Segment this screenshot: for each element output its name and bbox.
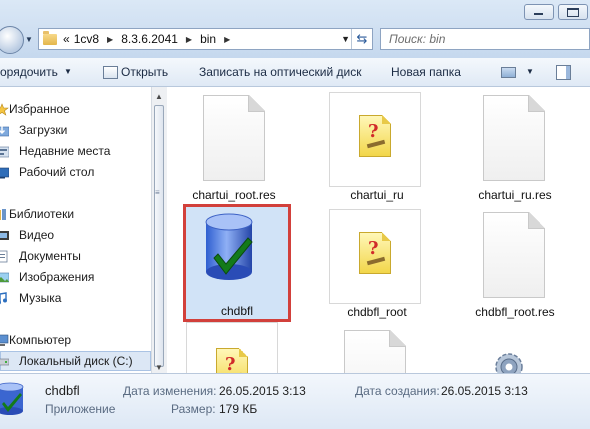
question-mark-icon: ? bbox=[225, 354, 236, 373]
details-pane: chdbfl Приложение Дата изменения: 26.05.… bbox=[0, 373, 590, 429]
open-icon bbox=[103, 66, 118, 79]
details-modified-label: Дата изменения: bbox=[123, 384, 217, 398]
nav-label: Избранное bbox=[9, 102, 70, 116]
breadcrumb-separator-icon[interactable]: ▶ bbox=[218, 35, 236, 44]
new-folder-button[interactable]: Новая папка bbox=[391, 65, 461, 79]
scroll-up-icon[interactable]: ▲ bbox=[155, 92, 163, 101]
document-icon bbox=[203, 95, 265, 181]
folder-icon bbox=[43, 30, 57, 45]
nav-label: Рабочий стол bbox=[19, 165, 95, 179]
document-icon bbox=[483, 95, 545, 181]
pictures-library-icon bbox=[0, 272, 9, 282]
file-item[interactable]: ? chdbfl_root bbox=[323, 204, 431, 322]
file-item[interactable] bbox=[323, 322, 431, 373]
address-bar[interactable]: « 1cv8 ▶ 8.3.6.2041 ▶ bin ▶ ▼ ⇆ bbox=[38, 28, 373, 50]
help-file-icon: ? bbox=[359, 115, 391, 157]
breadcrumb-separator-icon[interactable]: ▶ bbox=[101, 35, 119, 44]
libraries-icon bbox=[0, 208, 6, 220]
nav-label: Музыка bbox=[19, 291, 62, 305]
scroll-down-icon[interactable]: ▼ bbox=[155, 363, 163, 372]
nav-label: Локальный диск (C:) bbox=[19, 354, 133, 368]
details-size-value: 179 КБ bbox=[219, 402, 258, 416]
back-button[interactable] bbox=[0, 26, 24, 54]
file-item[interactable]: chartui_root.res bbox=[180, 87, 288, 205]
nav-label: Видео bbox=[19, 228, 55, 242]
breadcrumb-version[interactable]: 8.3.6.2041 bbox=[119, 32, 180, 46]
open-button[interactable]: Открыть bbox=[121, 65, 168, 79]
breadcrumb-separator-icon[interactable]: ▶ bbox=[180, 35, 198, 44]
details-file-name: chdbfl bbox=[45, 383, 80, 398]
organize-dropdown-icon[interactable]: ▼ bbox=[64, 67, 72, 76]
question-mark-icon: ? bbox=[368, 121, 379, 142]
file-name: chdbfl_root bbox=[347, 305, 407, 319]
title-bar: ▼ « 1cv8 ▶ 8.3.6.2041 ▶ bin ▶ ▼ ⇆ Поиск:… bbox=[0, 0, 590, 58]
file-name: chartui_root.res bbox=[192, 188, 276, 202]
desktop-icon bbox=[0, 167, 9, 178]
view-dropdown-icon[interactable]: ▼ bbox=[526, 67, 534, 76]
downloads-folder-icon bbox=[0, 125, 9, 136]
nav-label: Документы bbox=[19, 249, 81, 263]
nav-label: Недавние места bbox=[19, 144, 111, 158]
history-dropdown-icon[interactable]: ▼ bbox=[25, 35, 33, 44]
minimize-button[interactable] bbox=[524, 4, 554, 20]
nav-scrollbar[interactable]: ▲ ≡ ▼ bbox=[151, 87, 167, 373]
details-created-value: 26.05.2015 3:13 bbox=[441, 384, 528, 398]
refresh-icon[interactable]: ⇆ bbox=[351, 29, 372, 49]
music-library-icon bbox=[0, 291, 7, 304]
scroll-thumb[interactable] bbox=[154, 105, 164, 367]
change-view-icon[interactable] bbox=[501, 67, 516, 78]
question-mark-icon: ? bbox=[368, 238, 379, 259]
star-icon bbox=[0, 102, 9, 116]
command-bar: орядочить ▼ Открыть Записать на оптическ… bbox=[0, 58, 590, 87]
database-icon bbox=[0, 382, 24, 415]
file-name: chartui_ru.res bbox=[478, 188, 552, 202]
gear-icon bbox=[495, 353, 523, 373]
database-icon bbox=[205, 213, 253, 280]
file-name: chdbfl_root.res bbox=[475, 305, 555, 319]
nav-label: Библиотеки bbox=[9, 207, 75, 221]
file-list: chartui_root.res ? chartui_ru chartui_ru… bbox=[167, 87, 590, 373]
documents-library-icon bbox=[0, 250, 8, 262]
details-created-label: Дата создания: bbox=[355, 384, 440, 398]
scroll-grip-icon: ≡ bbox=[155, 188, 160, 197]
document-icon bbox=[483, 212, 545, 298]
document-icon bbox=[344, 330, 406, 373]
search-input[interactable]: Поиск: bin bbox=[380, 28, 590, 50]
help-file-icon: ? bbox=[359, 232, 391, 274]
nav-label: Компьютер bbox=[9, 333, 72, 347]
file-item[interactable]: chartui_ru.res bbox=[461, 87, 569, 205]
details-size-label: Размер: bbox=[171, 402, 216, 416]
recent-places-icon bbox=[0, 146, 9, 157]
file-name: chartui_ru bbox=[350, 188, 404, 202]
file-item[interactable]: chdbfl_root.res bbox=[461, 204, 569, 322]
help-file-icon: ? bbox=[216, 348, 248, 373]
computer-icon bbox=[0, 334, 9, 346]
file-item[interactable]: ? bbox=[180, 322, 288, 373]
burn-disc-button[interactable]: Записать на оптический диск bbox=[199, 65, 362, 79]
nav-label: Загрузки bbox=[19, 123, 68, 137]
video-library-icon bbox=[0, 230, 9, 240]
breadcrumb-bin[interactable]: bin bbox=[198, 32, 218, 46]
details-file-kind: Приложение bbox=[45, 402, 116, 416]
maximize-button[interactable] bbox=[558, 4, 588, 20]
breadcrumb-overflow[interactable]: « bbox=[61, 32, 72, 46]
file-item[interactable]: ? chartui_ru bbox=[323, 87, 431, 205]
drive-icon bbox=[0, 358, 9, 365]
preview-pane-icon[interactable] bbox=[556, 65, 571, 80]
details-modified-value: 26.05.2015 3:13 bbox=[219, 384, 306, 398]
organize-button[interactable]: орядочить bbox=[0, 65, 58, 79]
navigation-pane: Избранное Загрузки Недавние места Рабочи… bbox=[0, 87, 151, 373]
nav-label: Изображения bbox=[19, 270, 95, 284]
breadcrumb-1cv8[interactable]: 1cv8 bbox=[72, 32, 101, 46]
address-dropdown-icon[interactable]: ▼ bbox=[341, 34, 350, 44]
file-name: chdbfl bbox=[220, 304, 254, 318]
